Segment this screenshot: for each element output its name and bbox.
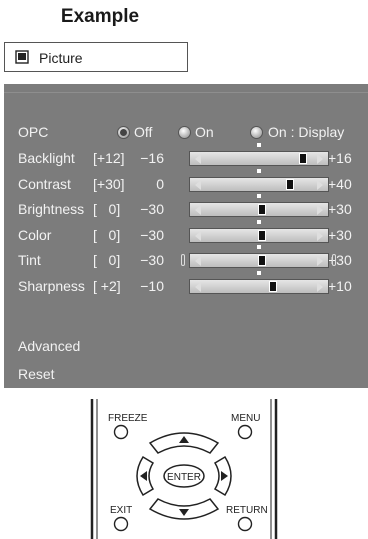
slider-thumb[interactable] [269,280,277,292]
exit-button[interactable] [113,516,129,532]
opc-on-radio[interactable] [178,126,191,139]
center-marker [257,194,261,198]
slider-label: Color [18,226,52,243]
min-value: −10 [140,277,164,294]
picture-menu: OPC Off On On : Display Backlight [+12] −1… [4,84,368,388]
max-value: +40 [328,175,352,192]
slider-row-tint[interactable]: Tint[ 0] −30 +30 [4,245,368,274]
center-marker [257,168,261,173]
current-value: [ 0] [93,252,121,268]
opc-on-label: On [195,124,214,140]
slider-left-arrow-icon[interactable] [195,281,201,292]
current-value: [+12] [93,150,125,166]
tint-end-marker-left [181,254,185,266]
min-value: 0 [156,175,164,192]
opc-off-label: Off [134,124,153,140]
slider-row-backlight[interactable]: Backlight [+12] −16 +16 [4,143,368,172]
slider-thumb[interactable] [299,153,308,164]
max-value: +16 [328,150,352,166]
slider-row-contrast[interactable]: Contrast [+30] 0 +40 [4,168,368,198]
slider-thumb[interactable] [285,178,294,190]
slider-right-arrow-icon[interactable] [317,205,323,215]
slider-left-arrow-icon[interactable] [195,230,201,241]
menu-button[interactable] [237,424,253,440]
exit-label: EXIT [110,505,132,516]
max-value: +30 [328,226,352,243]
max-value: +10 [328,277,352,294]
slider-track[interactable] [189,270,329,294]
slider-track[interactable] [189,168,329,192]
slider-track[interactable] [189,143,329,166]
slider-label: Tint [18,252,41,268]
slider-thumb[interactable] [258,229,266,241]
slider-label: Contrast [18,175,71,192]
min-value: −16 [140,150,164,166]
slider-thumb[interactable] [258,204,266,215]
current-value: [ 0] [93,226,121,243]
slider-label: Backlight [18,150,75,166]
freeze-button[interactable] [113,424,129,440]
slider-right-arrow-icon[interactable] [317,281,323,292]
advanced-label: Advanced [18,338,81,354]
slider-track[interactable] [189,219,329,243]
advanced-row[interactable]: Advanced [4,334,368,360]
min-value: −30 [140,252,164,268]
opc-label: OPC [18,124,49,140]
slider-row-brightness[interactable]: Brightness [ 0] −30 +30 [4,194,368,223]
page-title: Example [60,6,140,27]
opc-on-display-label: On : Display [268,124,345,140]
slider-thumb[interactable] [258,255,266,266]
menu-label: MENU [231,413,260,424]
slider-right-arrow-icon[interactable] [317,179,323,190]
center-marker [257,143,261,147]
opc-on-display-radio[interactable] [250,126,263,139]
reset-label: Reset [18,366,55,382]
reset-row[interactable]: Reset [4,362,368,388]
slider-row-color[interactable]: Color [ 0] −30 +30 [4,219,368,249]
return-button[interactable] [237,516,253,532]
slider-track[interactable] [189,245,329,268]
current-value: [ +2] [93,277,121,294]
current-value: [+30] [93,175,125,192]
freeze-label: FREEZE [108,413,148,424]
return-label: RETURN [226,505,268,516]
min-value: −30 [140,226,164,243]
tv-icon [15,50,29,64]
slider-right-arrow-icon[interactable] [317,154,323,164]
min-value: −30 [140,201,164,217]
tint-end-marker-right [332,254,336,266]
opc-off-radio[interactable] [117,126,130,139]
slider-left-arrow-icon[interactable] [195,154,201,164]
slider-track[interactable] [189,194,329,217]
picture-tab[interactable]: Picture [4,42,188,72]
center-marker [257,270,261,275]
max-value: +30 [328,201,352,217]
slider-right-arrow-icon[interactable] [317,230,323,241]
slider-row-sharpness[interactable]: Sharpness [ +2] −10 +10 [4,270,368,300]
slider-right-arrow-icon[interactable] [317,256,323,266]
slider-left-arrow-icon[interactable] [195,179,201,190]
center-marker [257,219,261,224]
remote-control: FREEZE MENU ENTER EXIT RETURN [90,399,278,539]
slider-left-arrow-icon[interactable] [195,205,201,215]
opc-row: OPC Off On On : Display [4,120,368,146]
tab-label: Picture [39,50,83,66]
center-marker [257,245,261,249]
enter-label: ENTER [167,472,201,483]
slider-label: Brightness [18,201,85,217]
slider-label: Sharpness [18,277,85,294]
slider-left-arrow-icon[interactable] [195,256,201,266]
current-value: [ 0] [93,201,121,217]
menu-divider [4,92,368,93]
